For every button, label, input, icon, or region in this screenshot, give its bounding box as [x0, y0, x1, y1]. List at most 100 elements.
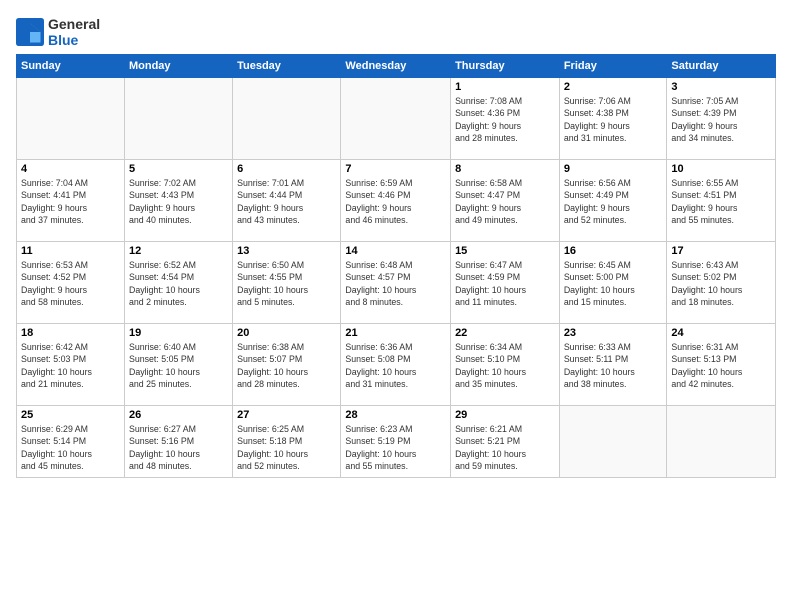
weekday-header-tuesday: Tuesday [233, 55, 341, 78]
day-number: 17 [671, 245, 771, 257]
calendar-cell: 6 Sunrise: 7:01 AM Sunset: 4:44 PM Daylig… [233, 160, 341, 242]
day-number: 1 [455, 81, 555, 93]
calendar-cell: 24Sunrise: 6:31 AM Sunset: 5:13 PM Dayli… [667, 324, 776, 406]
day-detail: Sunrise: 6:40 AM Sunset: 5:05 PM Dayligh… [129, 341, 228, 390]
day-detail: Sunrise: 6:29 AM Sunset: 5:14 PM Dayligh… [21, 423, 120, 472]
weekday-header-monday: Monday [124, 55, 232, 78]
day-detail: Sunrise: 6:36 AM Sunset: 5:08 PM Dayligh… [345, 341, 446, 390]
calendar-cell: 29 Sunrise: 6:21 AM Sunset: 5:21 PM Dayli… [451, 406, 560, 478]
day-detail: Sunrise: 6:56 AM Sunset: 4:49 PM Dayligh… [564, 177, 663, 226]
day-number: 2 [564, 81, 663, 93]
calendar-cell [667, 406, 776, 478]
day-detail: Sunrise: 6:47 AM Sunset: 4:59 PM Dayligh… [455, 259, 555, 308]
day-number: 3 [671, 81, 771, 93]
day-number: 25 [21, 409, 120, 421]
day-number: 23 [564, 327, 663, 339]
calendar-cell: 16 Sunrise: 6:45 AM Sunset: 5:00 PM Dayli… [559, 242, 667, 324]
day-detail: Sunrise: 6:43 AM Sunset: 5:02 PM Dayligh… [671, 259, 771, 308]
day-detail: Sunrise: 6:50 AM Sunset: 4:55 PM Dayligh… [237, 259, 336, 308]
day-detail: Sunrise: 6:23 AM Sunset: 5:19 PM Dayligh… [345, 423, 446, 472]
day-detail: Sunrise: 7:06 AM Sunset: 4:38 PM Dayligh… [564, 95, 663, 144]
calendar-cell: 25 Sunrise: 6:29 AM Sunset: 5:14 PM Dayli… [17, 406, 125, 478]
calendar-cell [559, 406, 667, 478]
day-detail: Sunrise: 6:38 AM Sunset: 5:07 PM Dayligh… [237, 341, 336, 390]
day-number: 29 [455, 409, 555, 421]
logo-icon [16, 18, 44, 46]
day-number: 28 [345, 409, 446, 421]
day-number: 8 [455, 163, 555, 175]
calendar-cell: 21 Sunrise: 6:36 AM Sunset: 5:08 PM Dayli… [341, 324, 451, 406]
calendar-cell: 7 Sunrise: 6:59 AM Sunset: 4:46 PM Daylig… [341, 160, 451, 242]
day-number: 19 [129, 327, 228, 339]
day-number: 9 [564, 163, 663, 175]
page: General Blue SundayMondayTuesdayWednesda… [0, 0, 792, 488]
day-detail: Sunrise: 6:27 AM Sunset: 5:16 PM Dayligh… [129, 423, 228, 472]
header: General Blue [16, 12, 776, 48]
day-detail: Sunrise: 6:58 AM Sunset: 4:47 PM Dayligh… [455, 177, 555, 226]
weekday-header-saturday: Saturday [667, 55, 776, 78]
weekday-header-wednesday: Wednesday [341, 55, 451, 78]
calendar-cell: 1 Sunrise: 7:08 AM Sunset: 4:36 PM Daylig… [451, 78, 560, 160]
calendar-cell [124, 78, 232, 160]
day-number: 12 [129, 245, 228, 257]
calendar-cell: 13 Sunrise: 6:50 AM Sunset: 4:55 PM Dayli… [233, 242, 341, 324]
weekday-header-friday: Friday [559, 55, 667, 78]
calendar-cell: 5 Sunrise: 7:02 AM Sunset: 4:43 PM Daylig… [124, 160, 232, 242]
week-row-3: 11 Sunrise: 6:53 AM Sunset: 4:52 PM Dayli… [17, 242, 776, 324]
weekday-header-sunday: Sunday [17, 55, 125, 78]
day-number: 27 [237, 409, 336, 421]
week-row-5: 25 Sunrise: 6:29 AM Sunset: 5:14 PM Dayli… [17, 406, 776, 478]
day-detail: Sunrise: 6:42 AM Sunset: 5:03 PM Dayligh… [21, 341, 120, 390]
day-detail: Sunrise: 7:01 AM Sunset: 4:44 PM Dayligh… [237, 177, 336, 226]
day-detail: Sunrise: 6:45 AM Sunset: 5:00 PM Dayligh… [564, 259, 663, 308]
day-number: 16 [564, 245, 663, 257]
logo-text: General Blue [48, 16, 100, 48]
calendar-cell: 8 Sunrise: 6:58 AM Sunset: 4:47 PM Daylig… [451, 160, 560, 242]
weekday-header-row: SundayMondayTuesdayWednesdayThursdayFrid… [17, 55, 776, 78]
day-detail: Sunrise: 7:05 AM Sunset: 4:39 PM Dayligh… [671, 95, 771, 144]
day-number: 13 [237, 245, 336, 257]
day-detail: Sunrise: 6:25 AM Sunset: 5:18 PM Dayligh… [237, 423, 336, 472]
day-detail: Sunrise: 7:04 AM Sunset: 4:41 PM Dayligh… [21, 177, 120, 226]
week-row-4: 18 Sunrise: 6:42 AM Sunset: 5:03 PM Dayli… [17, 324, 776, 406]
calendar-cell: 26Sunrise: 6:27 AM Sunset: 5:16 PM Dayli… [124, 406, 232, 478]
day-number: 24 [671, 327, 771, 339]
day-number: 4 [21, 163, 120, 175]
day-number: 22 [455, 327, 555, 339]
calendar-cell: 23 Sunrise: 6:33 AM Sunset: 5:11 PM Dayli… [559, 324, 667, 406]
day-number: 10 [671, 163, 771, 175]
day-detail: Sunrise: 6:53 AM Sunset: 4:52 PM Dayligh… [21, 259, 120, 308]
calendar-cell: 2 Sunrise: 7:06 AM Sunset: 4:38 PM Daylig… [559, 78, 667, 160]
calendar-cell: 10 Sunrise: 6:55 AM Sunset: 4:51 PM Dayli… [667, 160, 776, 242]
day-number: 18 [21, 327, 120, 339]
calendar-cell: 4 Sunrise: 7:04 AM Sunset: 4:41 PM Daylig… [17, 160, 125, 242]
calendar-cell: 28 Sunrise: 6:23 AM Sunset: 5:19 PM Dayli… [341, 406, 451, 478]
calendar-cell: 12 Sunrise: 6:52 AM Sunset: 4:54 PM Dayli… [124, 242, 232, 324]
calendar-cell: 19 Sunrise: 6:40 AM Sunset: 5:05 PM Dayli… [124, 324, 232, 406]
day-detail: Sunrise: 6:59 AM Sunset: 4:46 PM Dayligh… [345, 177, 446, 226]
calendar-cell [17, 78, 125, 160]
calendar-cell: 20 Sunrise: 6:38 AM Sunset: 5:07 PM Dayli… [233, 324, 341, 406]
day-number: 6 [237, 163, 336, 175]
day-number: 7 [345, 163, 446, 175]
week-row-1: 1 Sunrise: 7:08 AM Sunset: 4:36 PM Daylig… [17, 78, 776, 160]
day-detail: Sunrise: 6:21 AM Sunset: 5:21 PM Dayligh… [455, 423, 555, 472]
calendar-cell: 22Sunrise: 6:34 AM Sunset: 5:10 PM Dayli… [451, 324, 560, 406]
day-detail: Sunrise: 7:02 AM Sunset: 4:43 PM Dayligh… [129, 177, 228, 226]
day-detail: Sunrise: 7:08 AM Sunset: 4:36 PM Dayligh… [455, 95, 555, 144]
day-detail: Sunrise: 6:48 AM Sunset: 4:57 PM Dayligh… [345, 259, 446, 308]
day-number: 14 [345, 245, 446, 257]
day-number: 21 [345, 327, 446, 339]
day-detail: Sunrise: 6:52 AM Sunset: 4:54 PM Dayligh… [129, 259, 228, 308]
day-number: 20 [237, 327, 336, 339]
day-detail: Sunrise: 6:55 AM Sunset: 4:51 PM Dayligh… [671, 177, 771, 226]
day-detail: Sunrise: 6:33 AM Sunset: 5:11 PM Dayligh… [564, 341, 663, 390]
calendar-cell [233, 78, 341, 160]
calendar-cell: 17 Sunrise: 6:43 AM Sunset: 5:02 PM Dayli… [667, 242, 776, 324]
logo: General Blue [16, 16, 100, 48]
day-number: 5 [129, 163, 228, 175]
calendar-cell [341, 78, 451, 160]
day-number: 11 [21, 245, 120, 257]
weekday-header-thursday: Thursday [451, 55, 560, 78]
week-row-2: 4 Sunrise: 7:04 AM Sunset: 4:41 PM Daylig… [17, 160, 776, 242]
